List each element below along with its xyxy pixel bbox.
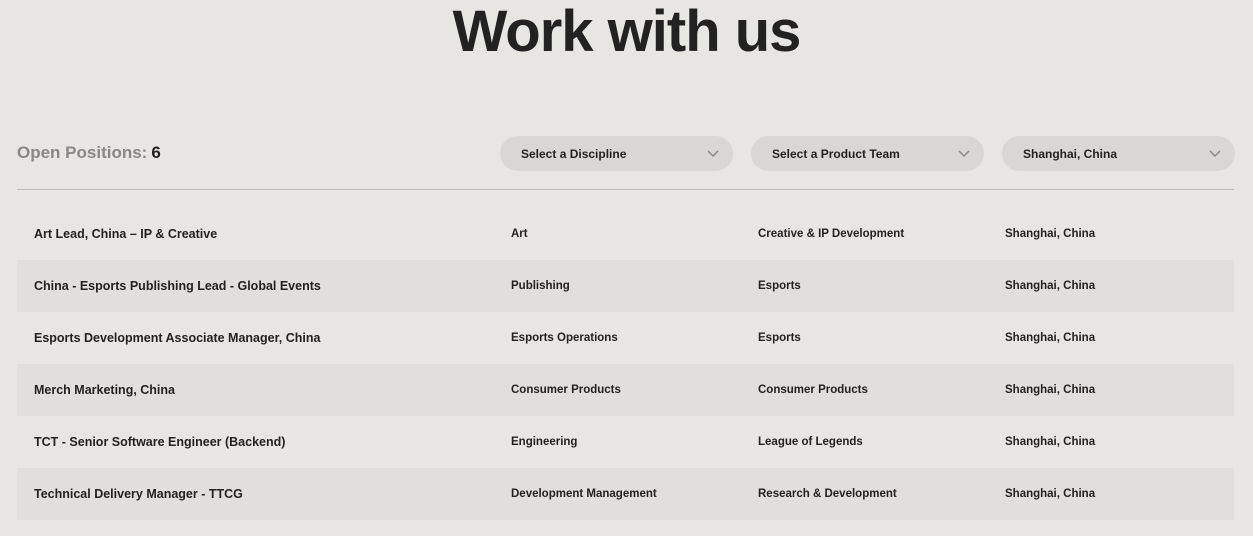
job-location: Shanghai, China [1005,228,1096,240]
job-discipline: Engineering [511,436,578,448]
job-team: Consumer Products [758,384,868,396]
discipline-select[interactable]: Select a Discipline [500,136,733,171]
chevron-down-icon [707,150,719,158]
job-row[interactable]: China - Esports Publishing Lead - Global… [17,260,1234,312]
chevron-down-icon [958,150,970,158]
product-team-select[interactable]: Select a Product Team [751,136,984,171]
page-title: Work with us [452,0,802,64]
open-positions-count: 6 [151,143,161,162]
job-title: TCT - Senior Software Engineer (Backend) [34,435,286,449]
chevron-down-icon [1209,150,1221,158]
filter-toolbar: Open Positions: 6 Select a Discipline Sel… [17,136,1235,171]
job-title: Esports Development Associate Manager, C… [34,331,321,345]
job-row[interactable]: Art Lead, China – IP & Creative Art Crea… [17,208,1234,260]
job-team: Creative & IP Development [758,228,905,240]
job-row[interactable]: Technical Delivery Manager - TTCG Develo… [17,468,1234,520]
location-select[interactable]: Shanghai, China [1002,136,1235,171]
job-list: Art Lead, China – IP & Creative Art Crea… [17,208,1234,520]
job-team: Research & Development [758,488,897,500]
job-discipline: Esports Operations [511,332,618,344]
job-row[interactable]: TCT - Senior Software Engineer (Backend)… [17,416,1234,468]
job-location: Shanghai, China [1005,332,1096,344]
open-positions-label: Open Positions: [17,143,148,162]
job-location: Shanghai, China [1005,384,1096,396]
job-location: Shanghai, China [1005,488,1096,500]
discipline-select-label: Select a Discipline [521,147,627,161]
careers-page: Work with us Open Positions: 6 Select a D… [0,0,1253,536]
product-team-select-label: Select a Product Team [772,147,900,161]
job-location: Shanghai, China [1005,436,1096,448]
job-title: Art Lead, China – IP & Creative [34,227,218,241]
job-title: Merch Marketing, China [34,383,175,397]
job-team: League of Legends [758,436,863,448]
job-team: Esports [758,332,801,344]
job-title: Technical Delivery Manager - TTCG [34,487,243,501]
location-select-label: Shanghai, China [1023,147,1118,161]
job-discipline: Publishing [511,280,570,292]
job-team: Esports [758,280,801,292]
job-title: China - Esports Publishing Lead - Global… [34,279,321,293]
job-discipline: Consumer Products [511,384,621,396]
job-location: Shanghai, China [1005,280,1096,292]
job-discipline: Development Management [511,488,657,500]
job-discipline: Art [511,228,528,240]
open-positions: Open Positions: 6 [17,143,161,163]
job-row[interactable]: Esports Development Associate Manager, C… [17,312,1234,364]
job-row[interactable]: Merch Marketing, China Consumer Products… [17,364,1234,416]
divider [17,189,1234,190]
